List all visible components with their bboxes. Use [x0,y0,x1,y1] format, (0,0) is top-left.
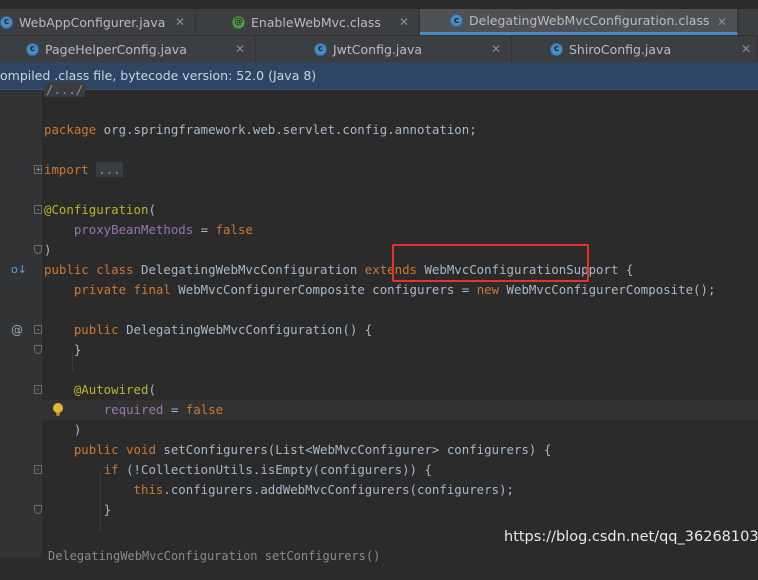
fold-collapse-icon[interactable]: - [34,205,42,214]
code-line: /.../ [0,80,758,100]
annotation-file-icon: @ [232,15,245,29]
tab-jwtconfig[interactable]: c JwtConfig.java ✕ [256,36,512,62]
highlight-box [392,244,589,282]
code-line-add: this.configurers.addWebMvcConfigurers(co… [133,482,514,497]
code-breadcrumb-partial: DelegatingWebMvcConfiguration setConfigu… [48,549,381,563]
code-line: } [0,500,758,520]
tab-label: WebAppConfigurer.java [19,14,166,30]
class-file-icon: c [450,14,463,27]
fold-collapse-icon[interactable]: - [34,465,42,474]
tab-label: EnableWebMvc.class [251,14,381,30]
fold-collapse-icon[interactable]: - [34,325,42,334]
code-line-package: package org.springframework.web.servlet.… [44,122,477,137]
code-line-configuration: - @Configuration( [0,200,758,220]
close-icon[interactable]: ✕ [235,42,245,56]
code-line-autowired: - @Autowired( [0,380,758,400]
class-file-icon: c [550,42,563,56]
tab-pagehelperconfig[interactable]: c PageHelperConfig.java ✕ [0,36,256,62]
close-icon[interactable]: ✕ [491,42,501,56]
code-line-method: public void setConfigurers(List<WebMvcCo… [73,442,552,457]
close-icon[interactable]: ✕ [741,42,751,56]
fold-collapse-icon[interactable]: - [34,385,42,394]
code-line-if: - if (!CollectionUtils.isEmpty(configure… [0,460,758,480]
class-file-icon: c [314,42,327,56]
fold-end-icon[interactable] [34,245,42,254]
tab-label: ShiroConfig.java [569,41,672,57]
code-line-required: required = false [0,400,758,420]
folded-region[interactable]: /.../ [44,82,86,97]
code-line: } [0,340,758,360]
class-file-icon: c [26,42,39,56]
tab-label: PageHelperConfig.java [45,41,187,57]
close-icon[interactable]: ✕ [175,15,185,29]
implemented-marker-icon[interactable]: o↓ [11,260,27,280]
code-line-constructor: @ - public DelegatingWebMvcConfiguration… [0,320,758,340]
code-line-proxy: proxyBeanMethods = false [73,222,253,237]
class-file-icon: c [0,15,13,29]
tab-shiroconfig[interactable]: c ShiroConfig.java ✕ [512,36,758,62]
folded-imports[interactable]: ... [96,162,123,177]
override-marker-icon[interactable]: @ [11,320,23,340]
tab-delegatingwebmvcconfiguration[interactable]: c DelegatingWebMvcConfiguration.class ✕ [420,9,738,35]
watermark: https://blog.csdn.net/qq_36268103 [504,529,758,545]
fold-end-icon[interactable] [34,345,42,354]
fold-expand-icon[interactable]: + [34,165,42,174]
fold-end-icon[interactable] [34,505,42,514]
tab-label: JwtConfig.java [333,41,423,57]
code-line-import: + import ... [34,162,123,177]
editor-tabs-row-2: c PageHelperConfig.java ✕ c JwtConfig.ja… [0,36,758,63]
editor-tabs-row-1: c WebAppConfigurer.java ✕ @ EnableWebMvc… [0,9,758,36]
code-line: ) [73,422,82,437]
tab-label: DelegatingWebMvcConfiguration.class [469,13,710,28]
tab-webappconfigurer[interactable]: c WebAppConfigurer.java ✕ [0,9,196,35]
close-icon[interactable]: ✕ [717,15,727,29]
code-line-field: private final WebMvcConfigurerComposite … [73,282,716,297]
close-icon[interactable]: ✕ [399,15,409,29]
tab-enablewebmvc[interactable]: @ EnableWebMvc.class ✕ [222,9,420,35]
code-line: ) [0,240,758,260]
code-line-class-decl: o↓ public class DelegatingWebMvcConfigur… [0,260,758,280]
